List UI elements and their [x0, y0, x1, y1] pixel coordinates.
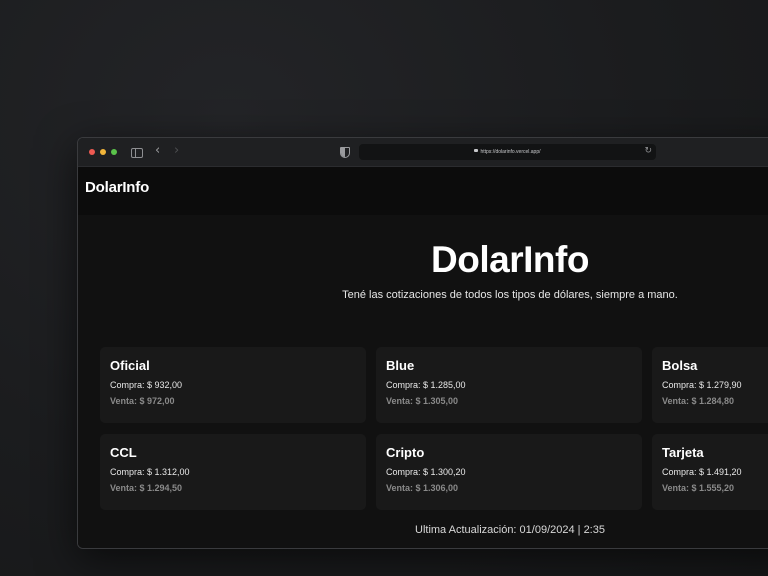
- browser-toolbar: ‹ › https://dolarinfo.vercel.app/ ↻: [78, 138, 768, 167]
- hero-subtitle: Tené las cotizaciones de todos los tipos…: [342, 289, 678, 301]
- zoom-window-button[interactable]: [111, 149, 117, 155]
- rate-card-tarjeta: Tarjeta Compra: $ 1.491,20 Venta: $ 1.55…: [652, 434, 768, 510]
- rate-card-oficial: Oficial Compra: $ 932,00 Venta: $ 972,00: [100, 347, 366, 423]
- minimize-window-button[interactable]: [100, 149, 106, 155]
- site-navbar: DolarInfo: [78, 167, 768, 215]
- rate-card-blue: Blue Compra: $ 1.285,00 Venta: $ 1.305,0…: [376, 347, 642, 423]
- last-update-text: Ultima Actualización: 01/09/2024 | 2:35: [415, 524, 605, 536]
- card-sell-price: Venta: $ 1.305,00: [386, 396, 459, 406]
- main-content: DolarInfo Tené las cotizaciones de todos…: [78, 215, 768, 548]
- reload-icon[interactable]: ↻: [644, 146, 652, 156]
- card-title: Oficial: [110, 358, 150, 373]
- card-title: Tarjeta: [662, 445, 704, 460]
- card-title: Cripto: [386, 445, 425, 460]
- card-sell-price: Venta: $ 1.284,80: [662, 396, 735, 406]
- close-window-button[interactable]: [89, 149, 95, 155]
- address-bar[interactable]: https://dolarinfo.vercel.app/ ↻: [359, 144, 656, 160]
- rate-card-cripto: Cripto Compra: $ 1.300,20 Venta: $ 1.306…: [376, 434, 642, 510]
- sidebar-toggle-icon[interactable]: [131, 148, 143, 158]
- card-title: CCL: [110, 445, 137, 460]
- card-buy-price: Compra: $ 1.312,00: [110, 467, 190, 477]
- card-buy-price: Compra: $ 1.285,00: [386, 380, 466, 390]
- privacy-shield-icon[interactable]: [340, 147, 350, 158]
- rate-card-ccl: CCL Compra: $ 1.312,00 Venta: $ 1.294,50: [100, 434, 366, 510]
- back-arrow-icon[interactable]: ‹: [155, 144, 160, 158]
- forward-arrow-icon[interactable]: ›: [174, 144, 179, 158]
- navbar-brand-logo[interactable]: DolarInfo: [85, 179, 149, 196]
- desktop-background: ‹ › https://dolarinfo.vercel.app/ ↻ Dola…: [0, 0, 768, 576]
- card-buy-price: Compra: $ 1.279,90: [662, 380, 742, 390]
- browser-window: ‹ › https://dolarinfo.vercel.app/ ↻ Dola…: [77, 137, 768, 549]
- card-sell-price: Venta: $ 972,00: [110, 396, 175, 406]
- address-bar-text-wrap: https://dolarinfo.vercel.app/: [359, 148, 656, 156]
- rate-card-bolsa: Bolsa Compra: $ 1.279,90 Venta: $ 1.284,…: [652, 347, 768, 423]
- card-title: Bolsa: [662, 358, 698, 373]
- card-sell-price: Venta: $ 1.294,50: [110, 483, 183, 493]
- card-title: Blue: [386, 358, 415, 373]
- card-sell-price: Venta: $ 1.306,00: [386, 483, 459, 493]
- url-text: https://dolarinfo.vercel.app/: [480, 149, 541, 155]
- card-sell-price: Venta: $ 1.555,20: [662, 483, 735, 493]
- hero-title: DolarInfo: [431, 239, 589, 280]
- card-buy-price: Compra: $ 932,00: [110, 380, 183, 390]
- card-buy-price: Compra: $ 1.491,20: [662, 467, 742, 477]
- card-buy-price: Compra: $ 1.300,20: [386, 467, 466, 477]
- lock-icon: [474, 149, 479, 153]
